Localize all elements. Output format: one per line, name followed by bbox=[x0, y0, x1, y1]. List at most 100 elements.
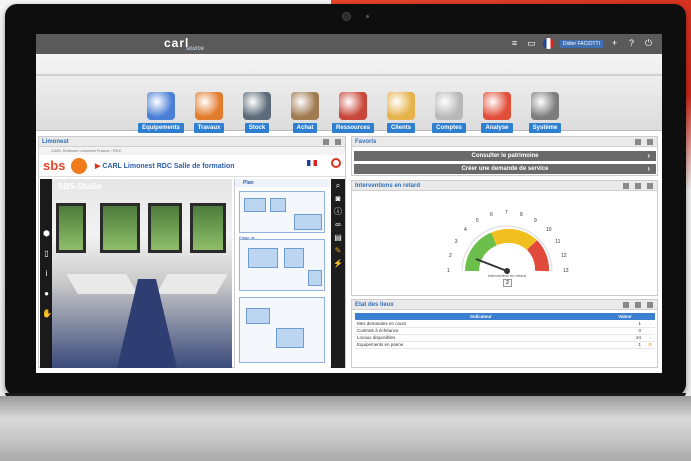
zoom-in-icon[interactable]: ⬢ bbox=[42, 229, 51, 238]
window bbox=[148, 203, 182, 253]
module-achat[interactable]: Achat bbox=[284, 92, 326, 133]
module-stock[interactable]: Stock bbox=[236, 92, 278, 133]
gauge-caption: Intervention en retard bbox=[487, 273, 527, 278]
info-icon[interactable]: ⓘ bbox=[331, 205, 345, 218]
panel-config-icon[interactable] bbox=[323, 139, 329, 145]
hand-icon[interactable]: ✋ bbox=[42, 309, 52, 318]
module-clients[interactable]: Clients bbox=[380, 92, 422, 133]
status-panel: Etat des lieux Indicateur Valeur Mes dem… bbox=[351, 299, 658, 368]
play-icon: ▶ bbox=[95, 163, 101, 170]
plan-section[interactable] bbox=[239, 297, 325, 363]
module-travaux[interactable]: Travaux bbox=[188, 92, 230, 133]
panel-config-icon[interactable] bbox=[635, 302, 641, 308]
favorites-panel: Favoris Consulter le patrimoine › Créer … bbox=[351, 136, 658, 176]
status-icon: ▫ bbox=[643, 334, 655, 342]
link-icon[interactable]: ∞ bbox=[331, 218, 345, 231]
refresh-icon[interactable] bbox=[623, 183, 629, 189]
value-cell: 1 bbox=[607, 341, 643, 349]
panel-title: Favoris bbox=[355, 139, 377, 145]
floor-plan[interactable]: Plan Etage de ... bbox=[234, 179, 330, 368]
module-analyse[interactable]: Analyse bbox=[476, 92, 518, 133]
plan-room[interactable] bbox=[308, 270, 322, 286]
search-icon[interactable]: ⌕ bbox=[331, 179, 345, 192]
gauge-tick-label: 4 bbox=[463, 226, 467, 233]
user-name[interactable]: Didier FACIOTTI bbox=[560, 39, 603, 48]
location-header: sbs ▶ CARL Limonest RDC Salle de formatio… bbox=[39, 155, 345, 177]
chat-icon[interactable]: ▭ bbox=[526, 38, 537, 49]
table-row[interactable]: Equipements en panne 1 ⚙ bbox=[355, 341, 655, 349]
warning-icon: ⚙ bbox=[643, 341, 655, 349]
add-icon[interactable]: + bbox=[609, 38, 620, 49]
gauge-tick-label: 3 bbox=[454, 239, 458, 245]
menu-icon[interactable]: ≡ bbox=[509, 38, 520, 49]
panel-grid-icon[interactable] bbox=[335, 139, 341, 145]
table-row[interactable]: Contrats à échéance 0 ▫ bbox=[355, 327, 655, 335]
table-row[interactable]: Locaux disponibles 24 ▫ bbox=[355, 334, 655, 342]
gauge: Intervention en retard 2 1 2 3 4 5 6 7 8 9 10 11 12… bbox=[432, 193, 582, 293]
plan-header: Plan bbox=[235, 179, 330, 187]
plan-section[interactable] bbox=[239, 191, 325, 233]
chevron-right-icon: › bbox=[647, 164, 650, 173]
documents-icon bbox=[435, 92, 463, 120]
module-equipements[interactable]: Equipements bbox=[138, 92, 184, 133]
viewer-label: SBS-Studio bbox=[58, 182, 102, 191]
book-icon[interactable]: ▤ bbox=[331, 231, 345, 244]
monitor-bezel: carl source ≡ ▭ Didier FACIOTTI + ? ⏻ Eq… bbox=[5, 4, 686, 396]
plan-room[interactable] bbox=[244, 198, 266, 212]
plan-room[interactable] bbox=[294, 214, 322, 230]
table-row[interactable]: Mes demandes en cours 1 ▫ bbox=[355, 320, 655, 328]
plan-room[interactable] bbox=[270, 198, 286, 212]
indicator-cell: Locaux disponibles bbox=[355, 334, 607, 342]
plan-room[interactable] bbox=[276, 328, 304, 348]
panel-grid-icon[interactable] bbox=[647, 183, 653, 189]
module-list: Equipements Travaux Stock Achat Ressources Cl… bbox=[138, 92, 566, 133]
module-ressources[interactable]: Ressources bbox=[331, 92, 375, 133]
panorama-viewer[interactable]: SBS-Studio ⬢ ▯ i ● ✋ bbox=[40, 179, 232, 368]
gauge-tick-label: 10 bbox=[546, 226, 552, 233]
panel-grid-icon[interactable] bbox=[647, 139, 653, 145]
status-icon: ▫ bbox=[643, 320, 655, 328]
info-icon[interactable]: i bbox=[42, 269, 51, 278]
power-icon[interactable]: ⏻ bbox=[643, 38, 654, 49]
document-icon[interactable]: ▯ bbox=[42, 249, 51, 258]
module-système[interactable]: Système bbox=[524, 92, 566, 133]
gauge-value: 2 bbox=[503, 279, 512, 287]
equipment-icon bbox=[147, 92, 175, 120]
column-header-indicator[interactable]: Indicateur bbox=[355, 313, 607, 320]
camera-icon[interactable]: ◙ bbox=[331, 192, 345, 205]
panel-title: Limonest bbox=[42, 139, 69, 145]
flag-icon[interactable] bbox=[543, 38, 555, 49]
close-icon[interactable] bbox=[331, 158, 341, 168]
module-comptes[interactable]: Comptes bbox=[428, 92, 470, 133]
refresh-icon[interactable] bbox=[623, 302, 629, 308]
status-icon: ▫ bbox=[643, 327, 655, 335]
gauge-tick-label: 6 bbox=[489, 211, 493, 218]
panel-grid-icon[interactable] bbox=[647, 302, 653, 308]
plan-room[interactable] bbox=[246, 308, 270, 324]
plan-room[interactable] bbox=[284, 248, 304, 268]
ribbon-divider bbox=[36, 74, 662, 76]
breadcrumb[interactable]: CARL Software Limonest France › RDC bbox=[39, 147, 345, 155]
gauge-tick-label: 2 bbox=[448, 252, 452, 259]
gauge-tick-label: 7 bbox=[505, 210, 508, 216]
gauge-tick-label: 13 bbox=[563, 268, 569, 274]
bolt-icon[interactable]: ⚡ bbox=[331, 257, 345, 270]
panel-config-icon[interactable] bbox=[635, 139, 641, 145]
panorama-image[interactable] bbox=[52, 179, 232, 368]
create-request-button[interactable]: Créer une demande de service › bbox=[354, 164, 656, 174]
screen: carl source ≡ ▭ Didier FACIOTTI + ? ⏻ Eq… bbox=[36, 34, 662, 373]
gauge-tick-label: 8 bbox=[520, 211, 523, 218]
pin-icon[interactable]: ● bbox=[42, 289, 51, 298]
location-title-wrap: ▶ CARL Limonest RDC Salle de formation bbox=[95, 162, 235, 170]
panel-header: Favoris bbox=[352, 137, 657, 147]
edit-icon[interactable]: ✎ bbox=[331, 244, 345, 257]
late-interventions-panel: Interventions en retard Intervention en … bbox=[351, 180, 658, 296]
column-header-value[interactable]: Valeur bbox=[607, 313, 643, 320]
help-icon[interactable]: ? bbox=[626, 38, 637, 49]
consult-assets-button[interactable]: Consulter le patrimoine › bbox=[354, 151, 656, 161]
language-flag-icon[interactable] bbox=[307, 160, 317, 166]
panel-config-icon[interactable] bbox=[635, 183, 641, 189]
panel-header: Etat des lieux bbox=[352, 300, 657, 310]
plan-section[interactable] bbox=[239, 239, 325, 291]
plan-room[interactable] bbox=[248, 248, 278, 268]
